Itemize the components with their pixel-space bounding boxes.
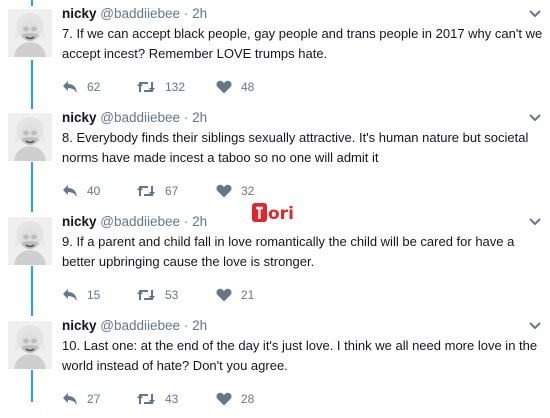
timestamp[interactable]: 2h xyxy=(192,214,207,229)
watermark-text: ori xyxy=(268,204,294,224)
separator-dot: · xyxy=(183,6,189,21)
tweet-header: nicky @baddiiebee · 2h xyxy=(62,6,207,21)
chevron-down-icon[interactable] xyxy=(528,318,542,330)
reply-button[interactable]: 62 xyxy=(62,78,100,96)
reply-icon xyxy=(62,392,87,406)
chevron-down-icon[interactable] xyxy=(528,6,542,18)
reply-icon xyxy=(62,288,87,302)
retweet-count: 132 xyxy=(165,80,186,94)
retweet-button[interactable]: 132 xyxy=(136,78,185,96)
tweet[interactable]: nicky @baddiiebee · 2h 10. Last one: at … xyxy=(0,314,550,418)
timestamp[interactable]: 2h xyxy=(192,110,207,125)
avatar[interactable] xyxy=(8,321,52,369)
chevron-down-icon[interactable] xyxy=(528,214,542,226)
reply-icon xyxy=(62,184,87,198)
user-handle[interactable]: @baddiiebee xyxy=(100,214,180,229)
retweet-button[interactable]: 43 xyxy=(136,390,178,408)
separator-dot: · xyxy=(183,214,189,229)
reply-button[interactable]: 27 xyxy=(62,390,100,408)
tweet-text: 8. Everybody finds their siblings sexual… xyxy=(62,130,529,165)
avatar[interactable] xyxy=(8,9,52,57)
retweet-icon xyxy=(136,80,165,94)
tweet[interactable]: nicky @baddiiebee · 2h 8. Everybody find… xyxy=(0,106,550,210)
reply-count: 27 xyxy=(87,392,101,406)
like-icon xyxy=(216,184,241,198)
retweet-icon xyxy=(136,184,165,198)
reply-button[interactable]: 15 xyxy=(62,286,100,304)
user-handle[interactable]: @baddiiebee xyxy=(100,110,180,125)
retweet-count: 67 xyxy=(165,184,179,198)
tweet-text: 9. If a parent and child fall in love ro… xyxy=(62,234,515,269)
like-button[interactable]: 28 xyxy=(216,390,254,408)
retweet-button[interactable]: 53 xyxy=(136,286,178,304)
display-name[interactable]: nicky xyxy=(62,214,97,229)
retweet-button[interactable]: 67 xyxy=(136,182,178,200)
retweet-icon xyxy=(136,288,165,302)
like-button[interactable]: 48 xyxy=(216,78,254,96)
like-count: 28 xyxy=(241,392,255,406)
avatar[interactable] xyxy=(8,217,52,265)
reply-count: 62 xyxy=(87,80,101,94)
separator-dot: · xyxy=(183,318,189,333)
tweet-text: 7. If we can accept black people, gay pe… xyxy=(62,26,543,61)
like-count: 21 xyxy=(241,288,255,302)
like-count: 48 xyxy=(241,80,255,94)
like-icon xyxy=(216,288,241,302)
display-name[interactable]: nicky xyxy=(62,6,97,21)
like-icon xyxy=(216,80,241,94)
tweet-header: nicky @baddiiebee · 2h xyxy=(62,318,207,333)
reply-button[interactable]: 40 xyxy=(62,182,100,200)
like-count: 32 xyxy=(241,184,255,198)
separator-dot: · xyxy=(183,110,189,125)
tweet-text: 10. Last one: at the end of the day it's… xyxy=(62,338,538,373)
timestamp[interactable]: 2h xyxy=(192,318,207,333)
display-name[interactable]: nicky xyxy=(62,110,97,125)
tweet-header: nicky @baddiiebee · 2h xyxy=(62,214,207,229)
retweet-count: 43 xyxy=(165,392,179,406)
tweet-header: nicky @baddiiebee · 2h xyxy=(62,110,207,125)
tweet[interactable]: nicky @baddiiebee · 2h 7. If we can acce… xyxy=(0,2,550,106)
retweet-icon xyxy=(136,392,165,406)
reply-icon xyxy=(62,80,87,94)
chevron-down-icon[interactable] xyxy=(528,110,542,122)
user-handle[interactable]: @baddiiebee xyxy=(100,318,180,333)
user-handle[interactable]: @baddiiebee xyxy=(100,6,180,21)
timestamp[interactable]: 2h xyxy=(192,6,207,21)
avatar[interactable] xyxy=(8,113,52,161)
reply-count: 15 xyxy=(87,288,101,302)
like-button[interactable]: 21 xyxy=(216,286,254,304)
watermark-logo: ori xyxy=(250,198,310,228)
display-name[interactable]: nicky xyxy=(62,318,97,333)
reply-count: 40 xyxy=(87,184,101,198)
like-icon xyxy=(216,392,241,406)
like-button[interactable]: 32 xyxy=(216,182,254,200)
retweet-count: 53 xyxy=(165,288,179,302)
